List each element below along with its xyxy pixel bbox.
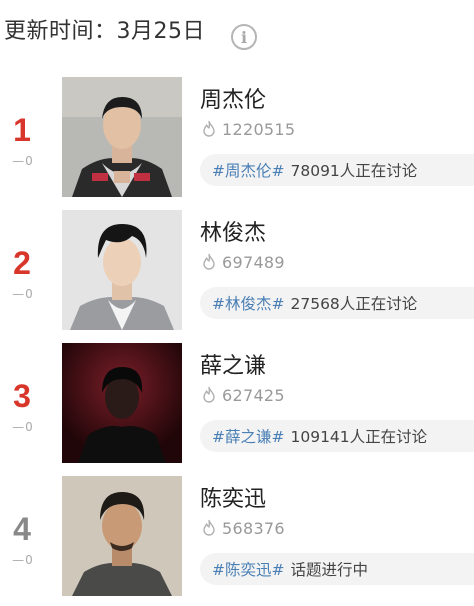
page-header: 更新时间：3月25日 i [0,0,474,74]
rank-number: 1 [13,112,31,148]
artist-name: 周杰伦 [200,88,267,113]
info-icon[interactable]: i [231,24,257,50]
rank-number: 2 [13,245,31,281]
topic-desc: 27568人正在讨论 [290,295,418,313]
rank-change: —0 [12,420,34,434]
topic-tag[interactable]: #周杰伦# [212,159,284,181]
heat-value: 568376 [222,518,285,538]
list-item[interactable]: 1 —0 周杰伦 1220515 #周杰伦# 78091人正在讨论 [0,74,474,207]
topic-desc: 109141人正在讨论 [290,428,428,446]
avatar[interactable] [62,343,182,463]
topic-pill[interactable]: #陈奕迅# 话题进行中 [200,553,474,585]
heat-count: 627425 [200,384,285,406]
list-item[interactable]: 2 —0 林俊杰 697489 #林俊杰# 27568人正在讨论 [0,207,474,340]
artist-name: 陈奕迅 [200,487,267,512]
update-time: 更新时间：3月25日 [4,19,205,44]
artist-name: 林俊杰 [200,221,267,246]
flame-icon [203,386,215,403]
ranking-list: 1 —0 周杰伦 1220515 #周杰伦# 78091人正在讨论 2 —0 林… [0,74,474,596]
flame-icon [203,253,215,270]
list-item[interactable]: 4 —0 陈奕迅 568376 #陈奕迅# 话题进行中 [0,473,474,606]
topic-pill[interactable]: #林俊杰# 27568人正在讨论 [200,287,474,319]
rank-change: —0 [12,553,34,567]
rank-change: —0 [12,287,34,301]
heat-count: 568376 [200,517,285,539]
rank-number: 4 [13,511,31,547]
list-item[interactable]: 3 —0 薛之谦 627425 #薛之谦# 109141人正在讨论 [0,340,474,473]
topic-desc: 话题进行中 [290,561,368,579]
topic-tag[interactable]: #薛之谦# [212,425,284,447]
rank-change: —0 [12,154,34,168]
topic-pill[interactable]: #周杰伦# 78091人正在讨论 [200,154,474,186]
avatar[interactable] [62,77,182,197]
artist-name: 薛之谦 [200,354,267,379]
heat-count: 1220515 [200,118,295,140]
flame-icon [203,519,215,536]
topic-tag[interactable]: #陈奕迅# [212,558,284,580]
flame-icon [203,120,215,137]
heat-count: 697489 [200,251,285,273]
heat-value: 627425 [222,385,285,405]
topic-tag[interactable]: #林俊杰# [212,292,284,314]
avatar[interactable] [62,210,182,330]
topic-desc: 78091人正在讨论 [290,162,418,180]
topic-pill[interactable]: #薛之谦# 109141人正在讨论 [200,420,474,452]
rank-number: 3 [13,378,31,414]
heat-value: 697489 [222,252,285,272]
avatar[interactable] [62,476,182,596]
heat-value: 1220515 [222,119,296,139]
